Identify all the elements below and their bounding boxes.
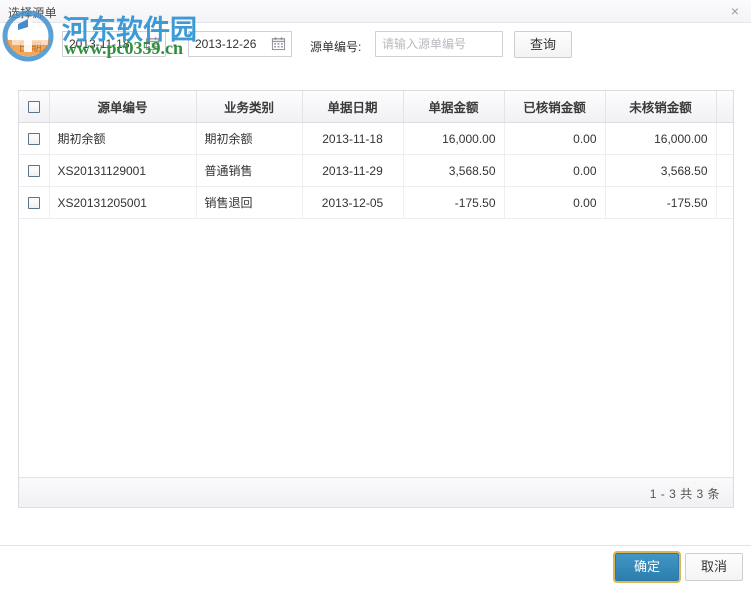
- cell-biz-type: 期初余额: [196, 122, 303, 155]
- cell-doc-date: 2013-11-18: [302, 122, 404, 155]
- source-document-grid: 源单编号 业务类别 单据日期 单据金额 已核销金额 未核销金额 期初余额 期初余…: [18, 90, 734, 508]
- date-to-input[interactable]: [189, 32, 279, 56]
- grid-header-row: 源单编号 业务类别 单据日期 单据金额 已核销金额 未核销金额: [19, 91, 733, 123]
- cell-doc-amount: 3,568.50: [403, 154, 505, 187]
- row-spacer: [716, 122, 733, 155]
- cell-settled-amount: 0.00: [504, 122, 606, 155]
- cancel-button[interactable]: 取消: [685, 553, 743, 581]
- pagination-info: 1 - 3 共 3 条: [649, 487, 720, 501]
- doc-no-label: 源单编号:: [310, 40, 362, 54]
- row-spacer: [716, 186, 733, 219]
- calendar-icon[interactable]: [271, 36, 286, 51]
- filter-toolbar: 日期: -: [0, 23, 751, 69]
- cell-doc-date: 2013-12-05: [302, 186, 404, 219]
- date-to-field[interactable]: [188, 31, 292, 57]
- row-checkbox[interactable]: [27, 165, 40, 178]
- cell-doc-amount: 16,000.00: [403, 122, 505, 155]
- cell-settled-amount: 0.00: [504, 186, 606, 219]
- dialog-title: 选择源单: [8, 6, 57, 20]
- grid-empty-area: [19, 219, 733, 478]
- grid-header-spacer: [716, 91, 733, 123]
- date-from-field[interactable]: [62, 31, 166, 57]
- row-select-cell[interactable]: [19, 186, 50, 219]
- calendar-icon[interactable]: [145, 36, 160, 51]
- cell-settled-amount: 0.00: [504, 154, 606, 187]
- table-row[interactable]: XS20131205001 销售退回 2013-12-05 -175.50 0.…: [19, 186, 733, 219]
- cell-doc-no: XS20131205001: [49, 186, 197, 219]
- cell-doc-no: 期初余额: [49, 122, 197, 155]
- doc-no-input[interactable]: [376, 32, 502, 56]
- cell-doc-no: XS20131129001: [49, 154, 197, 187]
- date-range-separator: -: [173, 37, 177, 51]
- cell-unsettled-amount: -175.50: [605, 186, 717, 219]
- table-row[interactable]: 期初余额 期初余额 2013-11-18 16,000.00 0.00 16,0…: [19, 122, 733, 155]
- grid-table: 源单编号 业务类别 单据日期 单据金额 已核销金额 未核销金额 期初余额 期初余…: [19, 91, 733, 219]
- row-checkbox[interactable]: [27, 197, 40, 210]
- grid-header-settled-amount[interactable]: 已核销金额: [504, 91, 606, 123]
- grid-header-biz-type[interactable]: 业务类别: [196, 91, 303, 123]
- row-checkbox[interactable]: [27, 133, 40, 146]
- dialog-titlebar: 选择源单 ×: [0, 0, 751, 23]
- date-from-input[interactable]: [63, 32, 153, 56]
- confirm-button[interactable]: 确定: [613, 551, 681, 583]
- cell-biz-type: 普通销售: [196, 154, 303, 187]
- select-all-checkbox[interactable]: [27, 101, 40, 114]
- date-label: 日期:: [18, 40, 46, 54]
- grid-body: 期初余额 期初余额 2013-11-18 16,000.00 0.00 16,0…: [19, 122, 733, 219]
- cell-unsettled-amount: 16,000.00: [605, 122, 717, 155]
- grid-header-doc-date[interactable]: 单据日期: [302, 91, 404, 123]
- row-select-cell[interactable]: [19, 122, 50, 155]
- cell-biz-type: 销售退回: [196, 186, 303, 219]
- close-icon[interactable]: ×: [725, 2, 745, 20]
- row-spacer: [716, 154, 733, 187]
- dialog-footer: 确定 取消: [0, 545, 751, 590]
- select-source-document-dialog: 选择源单 × 河东软件园 www.pc0359.cn 日期: 2013-11-1…: [0, 0, 751, 590]
- grid-header-unsettled-amount[interactable]: 未核销金额: [605, 91, 717, 123]
- table-row[interactable]: XS20131129001 普通销售 2013-11-29 3,568.50 0…: [19, 154, 733, 187]
- grid-pagination-bar: 1 - 3 共 3 条: [19, 478, 733, 507]
- grid-header-select-all[interactable]: [19, 91, 50, 123]
- query-button[interactable]: 查询: [514, 31, 572, 58]
- grid-header-doc-no[interactable]: 源单编号: [49, 91, 197, 123]
- row-select-cell[interactable]: [19, 154, 50, 187]
- doc-no-field[interactable]: [375, 31, 503, 57]
- cell-unsettled-amount: 3,568.50: [605, 154, 717, 187]
- grid-header-doc-amount[interactable]: 单据金额: [403, 91, 505, 123]
- cell-doc-date: 2013-11-29: [302, 154, 404, 187]
- cell-doc-amount: -175.50: [403, 186, 505, 219]
